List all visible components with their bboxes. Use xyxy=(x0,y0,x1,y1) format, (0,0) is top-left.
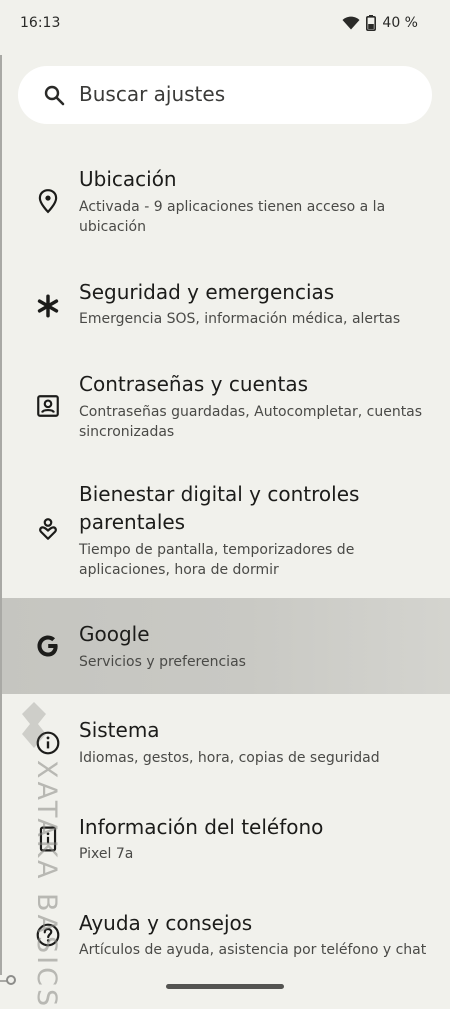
item-subtitle: Emergencia SOS, información médica, aler… xyxy=(79,311,401,327)
settings-item-location[interactable]: Ubicación Activada - 9 aplicaciones tien… xyxy=(0,150,450,250)
item-subtitle: Activada - 9 aplicaciones tienen acceso … xyxy=(79,199,386,215)
settings-item-safety[interactable]: Seguridad y emergencias Emergencia SOS, … xyxy=(0,265,450,345)
settings-item-passwords-accounts[interactable]: Contraseñas y cuentas Contraseñas guarda… xyxy=(0,355,450,455)
item-subtitle: Idiomas, gestos, hora, copias de segurid… xyxy=(79,750,380,766)
gesture-nav-handle[interactable] xyxy=(166,984,284,989)
item-title: Bienestar digital y controles xyxy=(79,482,360,506)
item-title: Sistema xyxy=(79,718,160,742)
item-title: Ayuda y consejos xyxy=(79,911,253,935)
item-subtitle: Artículos de ayuda, asistencia por teléf… xyxy=(79,942,427,958)
status-bar: 16:13 40 % xyxy=(0,0,450,48)
search-icon xyxy=(44,85,65,106)
wifi-icon xyxy=(342,16,360,30)
item-subtitle: Contraseñas guardadas, Autocompletar, cu… xyxy=(79,404,423,420)
item-subtitle-line2: ubicación xyxy=(79,219,146,235)
item-subtitle: Tiempo de pantalla, temporizadores de xyxy=(79,542,355,558)
item-subtitle: Pixel 7a xyxy=(79,846,134,862)
location-pin-icon xyxy=(38,189,58,214)
item-subtitle: Servicios y preferencias xyxy=(79,654,246,670)
battery-percent: 40 % xyxy=(382,15,418,31)
status-icons: 40 % xyxy=(342,15,418,31)
account-box-icon xyxy=(37,395,59,417)
settings-item-help[interactable]: Ayuda y consejos Artículos de ayuda, asi… xyxy=(0,896,450,976)
xataka-logo-icon xyxy=(22,702,46,748)
watermark-text: XATAKA BASICS xyxy=(31,760,62,1009)
item-title: Seguridad y emergencias xyxy=(79,280,335,304)
search-bar[interactable]: Buscar ajustes xyxy=(18,66,432,124)
battery-icon xyxy=(366,15,377,31)
item-title-line2: parentales xyxy=(79,510,186,534)
settings-item-system[interactable]: Sistema Idiomas, gestos, hora, copias de… xyxy=(0,704,450,784)
left-rail-decoration xyxy=(0,55,2,975)
wellbeing-icon xyxy=(39,518,57,540)
rail-knob-decoration xyxy=(6,975,16,985)
google-g-icon xyxy=(37,635,58,657)
item-title: Google xyxy=(79,622,150,646)
settings-item-digital-wellbeing[interactable]: Bienestar digital y controles parentales… xyxy=(0,470,450,590)
status-time: 16:13 xyxy=(20,15,61,31)
item-subtitle-line2: aplicaciones, hora de dormir xyxy=(79,562,279,578)
item-title: Información del teléfono xyxy=(79,815,324,839)
item-title: Ubicación xyxy=(79,167,177,191)
settings-item-about-phone[interactable]: Información del teléfono Pixel 7a xyxy=(0,800,450,880)
settings-item-google[interactable]: Google Servicios y preferencias xyxy=(0,598,450,694)
item-title: Contraseñas y cuentas xyxy=(79,372,308,396)
search-input[interactable]: Buscar ajustes xyxy=(79,82,225,106)
asterisk-icon xyxy=(37,294,59,318)
item-subtitle-line2: sincronizadas xyxy=(79,424,175,440)
